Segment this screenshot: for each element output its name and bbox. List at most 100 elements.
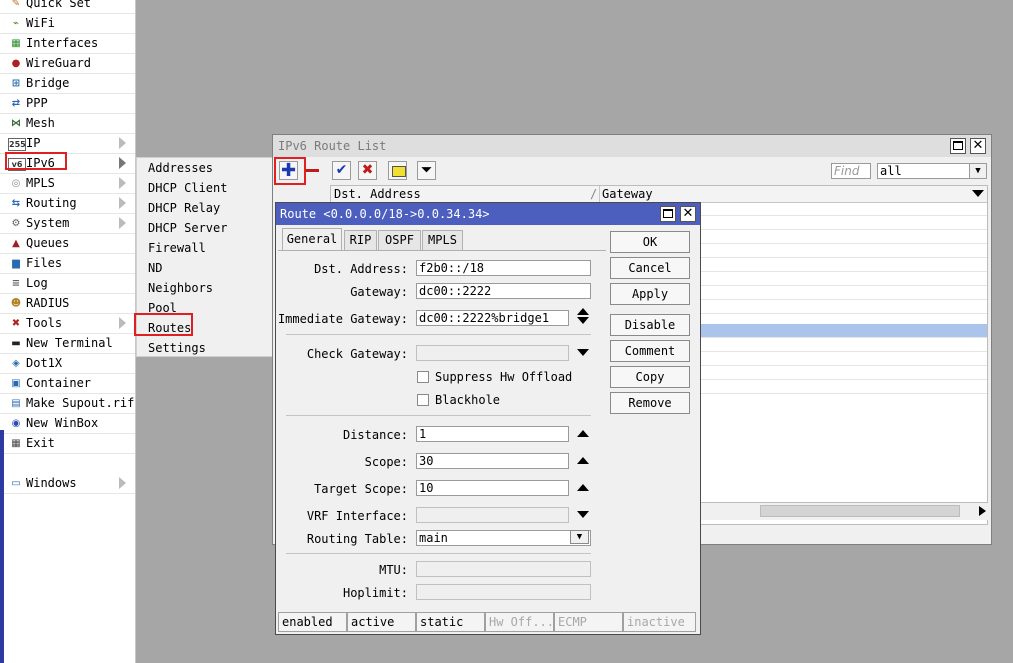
submenu-item-dhcp-relay[interactable]: DHCP Relay: [148, 201, 220, 215]
filter-button[interactable]: ⏷: [417, 161, 436, 180]
scope-field[interactable]: 30: [416, 453, 569, 469]
menu-item-bridge[interactable]: ⊞ Bridge: [0, 74, 135, 94]
menu-item-label: Make Supout.rif: [26, 396, 135, 410]
menu-item-exit[interactable]: ▦ Exit: [0, 434, 135, 454]
disable-button[interactable]: ✖: [358, 161, 377, 180]
comment-icon: [392, 166, 406, 177]
tools-icon: ✖: [11, 318, 21, 329]
menu-item-log[interactable]: ≡ Log: [0, 274, 135, 294]
menu-item-make-supout-rif[interactable]: ▤ Make Supout.rif: [0, 394, 135, 414]
enable-button[interactable]: ✔: [332, 161, 351, 180]
collapse-up-icon[interactable]: [577, 430, 589, 437]
collapse-up-icon[interactable]: [577, 457, 589, 464]
apply-button[interactable]: Apply: [610, 283, 690, 305]
chevron-down-icon[interactable]: ▼: [969, 164, 986, 178]
find-input[interactable]: Find: [831, 163, 871, 179]
filter-select[interactable]: all ▼: [877, 163, 987, 179]
remove-button[interactable]: [303, 161, 322, 180]
menu-item-container[interactable]: ▣ Container: [0, 374, 135, 394]
menu-item-wifi[interactable]: ⌁ WiFi: [0, 14, 135, 34]
vrf-interface-field[interactable]: [416, 507, 569, 523]
submenu-arrow-icon: [119, 177, 126, 189]
menu-item-label: Interfaces: [26, 36, 99, 50]
menu-item-tools[interactable]: ✖ Tools: [0, 314, 135, 334]
columns-dropdown-icon[interactable]: [972, 190, 984, 197]
spin-down-icon[interactable]: [577, 317, 589, 324]
menu-item-radius[interactable]: ☻ RADIUS: [0, 294, 135, 314]
interfaces-icon: ▦: [11, 38, 21, 49]
blackhole-checkbox[interactable]: [417, 394, 429, 406]
spin-up-icon[interactable]: [577, 308, 589, 315]
suppress-hw-offload-checkbox[interactable]: [417, 371, 429, 383]
tab-rip[interactable]: RIP: [344, 230, 377, 250]
submenu-item-dhcp-server[interactable]: DHCP Server: [148, 221, 227, 235]
dialog-title-bar[interactable]: Route <0.0.0.0/18->0.0.34.34> ✕: [276, 203, 700, 225]
scrollbar-thumb[interactable]: [760, 505, 960, 517]
menu-item-windows[interactable]: ▭ Windows: [0, 474, 135, 494]
comment-button[interactable]: [388, 161, 407, 180]
menu-item-mpls[interactable]: ◎ MPLS: [0, 174, 135, 194]
submenu-arrow-icon: [119, 137, 126, 149]
remove-route-button[interactable]: Remove: [610, 392, 690, 414]
mesh-icon: ⋈: [11, 118, 21, 129]
gateway-field[interactable]: dc00::2222: [416, 283, 591, 299]
menu-item-quick-set[interactable]: ✎ Quick Set: [0, 0, 135, 14]
dst-address-field[interactable]: f2b0::/18: [416, 260, 591, 276]
disable-route-button[interactable]: Disable: [610, 314, 690, 336]
menu-item-system[interactable]: ⚙ System: [0, 214, 135, 234]
menu-item-new-terminal[interactable]: ▬ New Terminal: [0, 334, 135, 354]
column-gateway[interactable]: Gateway: [602, 187, 653, 201]
folder-icon: ▆: [12, 258, 20, 269]
tab-general[interactable]: General: [282, 228, 342, 251]
dialog-close-button[interactable]: ✕: [680, 206, 696, 222]
routing-table-dropdown-icon[interactable]: ▼: [570, 530, 589, 544]
collapse-up-icon[interactable]: [577, 484, 589, 491]
tab-mpls[interactable]: MPLS: [422, 230, 463, 250]
tab-ospf[interactable]: OSPF: [378, 230, 421, 250]
gateway-label: Gateway:: [350, 285, 408, 299]
check-gateway-field[interactable]: [416, 345, 569, 361]
column-dst-address[interactable]: Dst. Address: [334, 187, 421, 201]
window-title-bar[interactable]: IPv6 Route List ✕: [273, 135, 991, 157]
filter-value: all: [880, 164, 902, 178]
menu-item-interfaces[interactable]: ▦ Interfaces: [0, 34, 135, 54]
table-header: Dst. Address / Gateway: [331, 186, 987, 203]
immediate-gateway-field[interactable]: dc00::2222%bridge1: [416, 310, 569, 326]
separator: [286, 553, 591, 554]
submenu-item-addresses[interactable]: Addresses: [148, 161, 213, 175]
filter-icon: ⏷: [421, 163, 432, 178]
menu-item-ppp[interactable]: ⇄ PPP: [0, 94, 135, 114]
menu-item-dot1x[interactable]: ◈ Dot1X: [0, 354, 135, 374]
copy-button[interactable]: Copy: [610, 366, 690, 388]
menu-item-new-winbox[interactable]: ◉ New WinBox: [0, 414, 135, 434]
menu-item-wireguard[interactable]: ● WireGuard: [0, 54, 135, 74]
menu-item-ip[interactable]: 255 IP: [0, 134, 135, 154]
scope-label: Scope:: [364, 455, 408, 469]
status-ecmp: ECMP: [554, 612, 623, 632]
submenu-item-neighbors[interactable]: Neighbors: [148, 281, 213, 295]
status-hw-offload: Hw Off...: [485, 612, 554, 632]
submenu-item-nd[interactable]: ND: [148, 261, 162, 275]
target-scope-field[interactable]: 10: [416, 480, 569, 496]
submenu-item-dhcp-client[interactable]: DHCP Client: [148, 181, 227, 195]
hoplimit-field[interactable]: [416, 584, 591, 600]
chevron-down-icon[interactable]: [577, 349, 589, 356]
mtu-field[interactable]: [416, 561, 591, 577]
add-button[interactable]: ✚: [279, 161, 298, 180]
chevron-down-icon[interactable]: [577, 511, 589, 518]
menu-item-mesh[interactable]: ⋈ Mesh: [0, 114, 135, 134]
menu-item-queues[interactable]: ▲ Queues: [0, 234, 135, 254]
cancel-button[interactable]: Cancel: [610, 257, 690, 279]
menu-item-routing[interactable]: ⇆ Routing: [0, 194, 135, 214]
menu-item-files[interactable]: ▆ Files: [0, 254, 135, 274]
scroll-right-icon[interactable]: [979, 506, 986, 516]
comment-route-button[interactable]: Comment: [610, 340, 690, 362]
close-button[interactable]: ✕: [970, 138, 986, 154]
submenu-item-settings[interactable]: Settings: [148, 341, 206, 355]
submenu-item-firewall[interactable]: Firewall: [148, 241, 206, 255]
ok-button[interactable]: OK: [610, 231, 690, 253]
distance-field[interactable]: 1: [416, 426, 569, 442]
routing-table-select[interactable]: main: [416, 530, 591, 546]
maximize-button[interactable]: [950, 138, 966, 154]
dialog-maximize-button[interactable]: [660, 206, 676, 222]
